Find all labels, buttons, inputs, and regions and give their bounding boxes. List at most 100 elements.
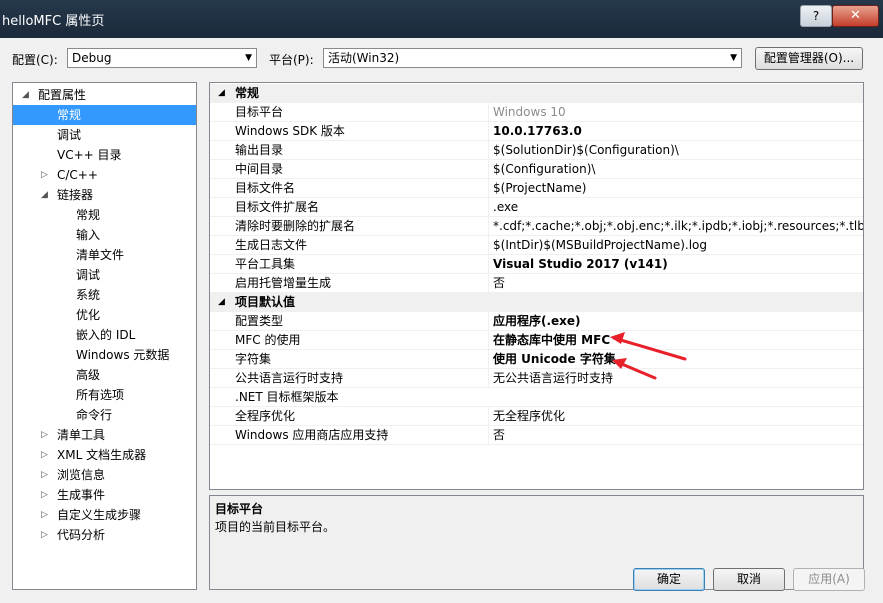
tree-item-label: XML 文档生成器 (57, 448, 147, 462)
tree-item-label: 清单文件 (76, 248, 125, 262)
tree-item[interactable]: VC++ 目录 (13, 145, 196, 165)
property-row[interactable]: Windows SDK 版本 10.0.17763.0 (210, 122, 863, 141)
tree-item[interactable]: 调试 (13, 265, 196, 285)
tree-item[interactable]: 高级 (13, 365, 196, 385)
window-title: helloMFC 属性页 (2, 14, 105, 29)
property-value[interactable]: $(Configuration)\ (488, 160, 863, 179)
property-value[interactable]: $(IntDir)$(MSBuildProjectName).log (488, 236, 863, 255)
help-button[interactable]: ? (800, 5, 832, 27)
collapse-arrow-icon[interactable]: ◢ (218, 293, 225, 312)
property-name: 公共语言运行时支持 (235, 371, 344, 385)
expand-arrow-icon[interactable]: ▷ (41, 465, 48, 485)
property-row[interactable]: Windows 应用商店应用支持 否 (210, 426, 863, 445)
tree-item[interactable]: Windows 元数据 (13, 345, 196, 365)
property-grid[interactable]: ◢ 常规目标平台 Windows 10 Windows SDK 版本 10.0.1776… (209, 82, 864, 490)
cancel-button[interactable]: 取消 (713, 568, 785, 591)
tree-item[interactable]: ▷ 代码分析 (13, 525, 196, 545)
property-row[interactable]: 输出目录 $(SolutionDir)$(Configuration)\ (210, 141, 863, 160)
property-row[interactable]: 字符集 使用 Unicode 字符集 (210, 350, 863, 369)
close-button[interactable]: ✕ (832, 5, 879, 27)
expand-arrow-icon[interactable]: ▷ (41, 425, 48, 445)
property-row[interactable]: 平台工具集 Visual Studio 2017 (v141) (210, 255, 863, 274)
property-category[interactable]: ◢ 常规 (210, 84, 863, 103)
property-value[interactable]: $(ProjectName) (488, 179, 863, 198)
tree-item[interactable]: 常规 (13, 205, 196, 225)
chevron-down-icon: ▼ (245, 53, 252, 63)
property-row[interactable]: 全程序优化 无全程序优化 (210, 407, 863, 426)
platform-dropdown[interactable]: 活动(Win32) ▼ (323, 48, 742, 68)
property-value[interactable]: 10.0.17763.0 (488, 122, 863, 141)
tree-item-label: 高级 (76, 368, 101, 382)
collapse-arrow-icon[interactable]: ◢ (41, 185, 48, 205)
property-row[interactable]: 配置类型 应用程序(.exe) (210, 312, 863, 331)
property-name: 目标平台 (235, 105, 284, 119)
property-value[interactable]: Windows 10 (488, 103, 863, 122)
tree-item-label: 链接器 (57, 188, 94, 202)
property-row[interactable]: 目标文件名 $(ProjectName) (210, 179, 863, 198)
tree-item[interactable]: ◢ 链接器 (13, 185, 196, 205)
property-row[interactable]: 目标平台 Windows 10 (210, 103, 863, 122)
tree-item[interactable]: 所有选项 (13, 385, 196, 405)
dialog-client: 配置(C): Debug ▼ 平台(P): 活动(Win32) ▼ 配置管理器(… (0, 38, 883, 603)
tree-item-label: 嵌入的 IDL (76, 328, 136, 342)
property-row[interactable]: 清除时要删除的扩展名 *.cdf;*.cache;*.obj;*.obj.enc;… (210, 217, 863, 236)
tree-item[interactable]: 优化 (13, 305, 196, 325)
tree-item-label: 系统 (76, 288, 101, 302)
property-row[interactable]: .NET 目标框架版本 (210, 388, 863, 407)
property-tree[interactable]: ◢ 配置属性 常规 调试 VC++ 目录 ▷ C/C++ ◢ 链接器 常规 输入 清单文件 调试 系统 优化… (12, 82, 197, 590)
collapse-arrow-icon[interactable]: ◢ (218, 84, 225, 103)
property-value[interactable]: 使用 Unicode 字符集 (488, 350, 863, 369)
expand-arrow-icon[interactable]: ▷ (41, 525, 48, 545)
property-value[interactable]: Visual Studio 2017 (v141) (488, 255, 863, 274)
property-value[interactable]: 应用程序(.exe) (488, 312, 863, 331)
property-row[interactable]: 生成日志文件 $(IntDir)$(MSBuildProjectName).log (210, 236, 863, 255)
config-manager-button[interactable]: 配置管理器(O)... (755, 47, 863, 70)
tree-item[interactable]: ▷ C/C++ (13, 165, 196, 185)
property-name: .NET 目标框架版本 (235, 390, 339, 404)
property-value[interactable]: $(SolutionDir)$(Configuration)\ (488, 141, 863, 160)
property-row[interactable]: MFC 的使用 在静态库中使用 MFC (210, 331, 863, 350)
tree-item[interactable]: ▷ 自定义生成步骤 (13, 505, 196, 525)
property-row[interactable]: 公共语言运行时支持 无公共语言运行时支持 (210, 369, 863, 388)
title-bar: helloMFC 属性页 ? ✕ (0, 0, 883, 38)
tree-item[interactable]: 系统 (13, 285, 196, 305)
expand-arrow-icon[interactable]: ▷ (41, 505, 48, 525)
property-value[interactable]: .exe (488, 198, 863, 217)
expand-arrow-icon[interactable]: ▷ (41, 445, 48, 465)
tree-item[interactable]: ▷ 生成事件 (13, 485, 196, 505)
ok-button[interactable]: 确定 (633, 568, 705, 591)
property-value[interactable]: 在静态库中使用 MFC (488, 331, 863, 350)
tree-item[interactable]: ▷ XML 文档生成器 (13, 445, 196, 465)
tree-item[interactable]: 嵌入的 IDL (13, 325, 196, 345)
property-value[interactable]: 否 (488, 274, 863, 293)
property-value[interactable]: *.cdf;*.cache;*.obj;*.obj.enc;*.ilk;*.ip… (488, 217, 863, 236)
tree-item[interactable]: ▷ 清单工具 (13, 425, 196, 445)
tree-item-label: 调试 (57, 128, 82, 142)
tree-item[interactable]: 输入 (13, 225, 196, 245)
expand-arrow-icon[interactable]: ▷ (41, 485, 48, 505)
tree-item[interactable]: ◢ 配置属性 (13, 85, 196, 105)
tree-item-label: 输入 (76, 228, 101, 242)
tree-item[interactable]: 调试 (13, 125, 196, 145)
chevron-down-icon: ▼ (730, 53, 737, 63)
property-name: Windows SDK 版本 (235, 124, 345, 138)
tree-item[interactable]: ▷ 浏览信息 (13, 465, 196, 485)
tree-item[interactable]: 命令行 (13, 405, 196, 425)
config-dropdown[interactable]: Debug ▼ (67, 48, 257, 68)
apply-button[interactable]: 应用(A) (793, 568, 865, 591)
property-value[interactable]: 无全程序优化 (488, 407, 863, 426)
property-category[interactable]: ◢ 项目默认值 (210, 293, 863, 312)
collapse-arrow-icon[interactable]: ◢ (22, 85, 29, 105)
property-row[interactable]: 启用托管增量生成 否 (210, 274, 863, 293)
property-name: 配置类型 (235, 314, 284, 328)
tree-item[interactable]: 常规 (13, 105, 196, 125)
property-value[interactable]: 否 (488, 426, 863, 445)
property-row[interactable]: 中间目录 $(Configuration)\ (210, 160, 863, 179)
tree-item[interactable]: 清单文件 (13, 245, 196, 265)
property-value[interactable]: 无公共语言运行时支持 (488, 369, 863, 388)
tree-item-label: 常规 (57, 108, 82, 122)
config-value: Debug (72, 51, 112, 65)
tree-item-label: 所有选项 (76, 388, 125, 402)
expand-arrow-icon[interactable]: ▷ (41, 165, 48, 185)
property-row[interactable]: 目标文件扩展名 .exe (210, 198, 863, 217)
